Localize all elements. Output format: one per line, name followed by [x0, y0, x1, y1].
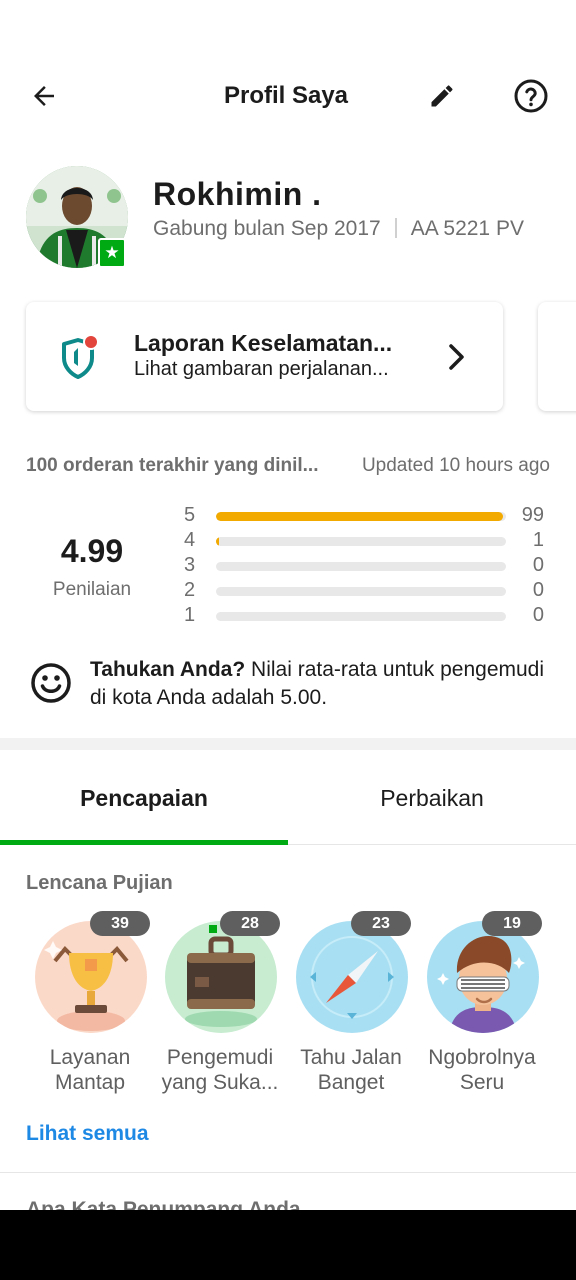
tab-perbaikan[interactable]: Perbaikan [288, 752, 576, 844]
section-divider [0, 1172, 576, 1173]
star-level: 4 [184, 529, 196, 551]
pencil-icon [431, 85, 453, 107]
shield-icon [62, 334, 99, 379]
tab-pencapaian[interactable]: Pencapaian [0, 752, 288, 844]
orders-label: 100 orderan terakhir yang dinil... [26, 455, 319, 476]
star-level: 1 [184, 604, 196, 626]
rating-count: 1 [532, 529, 544, 551]
badge-ngobrol[interactable]: 19 Ngobrolnya Seru [420, 910, 544, 1100]
join-date: Gabung bulan Sep 2017 [153, 217, 381, 240]
profile-screen: Profil Saya ★ Rokhimin . Gabung bulan Se… [0, 0, 576, 1210]
badge-tahu-jalan[interactable]: 23 Tahu Jalan Banget [289, 910, 413, 1100]
star-level: 2 [184, 579, 196, 601]
badge-count: 23 [351, 911, 411, 936]
rating-bar-track [216, 512, 506, 521]
rating-bar-fill [216, 512, 504, 521]
app-header: Profil Saya [0, 60, 576, 132]
star-icon: ★ [104, 243, 120, 262]
rating-caption: Penilaian [52, 579, 132, 600]
suitcase-icon [165, 921, 277, 1033]
rating-row-1: 1 0 [184, 604, 544, 628]
vehicle-plate: AA 5221 PV [410, 217, 524, 240]
tip-bold: Tahukan Anda? [90, 658, 246, 681]
badge-count: 19 [482, 911, 542, 936]
badge-label: Pengemudi yang Suka... [161, 1046, 279, 1094]
next-card-peek[interactable] [538, 302, 576, 411]
badges-section-label: Lencana Pujian [26, 872, 173, 894]
cool-guy-icon [427, 921, 539, 1033]
section-divider [0, 738, 576, 750]
safety-card-title: Laporan Keselamatan... [134, 330, 393, 356]
star-level: 5 [184, 504, 196, 526]
badge-label: Tahu Jalan Banget [300, 1046, 402, 1094]
rating-count: 99 [521, 504, 544, 526]
trophy-icon [35, 921, 147, 1033]
question-circle-icon [514, 79, 548, 113]
badge-label: Ngobrolnya Seru [428, 1046, 536, 1094]
profile-meta: Gabung bulan Sep 2017 AA 5221 PV [153, 217, 524, 241]
badge-pengemudi[interactable]: 28 Pengemudi yang Suka... [158, 910, 282, 1100]
see-all-link[interactable]: Lihat semua [26, 1122, 149, 1146]
next-section-heading: Apa Kata Penumpang Anda [26, 1198, 301, 1210]
rating-row-5: 5 99 [184, 504, 544, 528]
badge-count: 28 [220, 911, 280, 936]
compass-icon [296, 921, 408, 1033]
system-navigation-bar [0, 1210, 576, 1280]
active-tab-indicator [0, 840, 288, 845]
edit-profile-button[interactable] [420, 76, 464, 116]
rating-count: 0 [532, 604, 544, 626]
rating-row-4: 4 1 [184, 529, 544, 553]
smiley-icon [31, 663, 71, 703]
rating-value: 4.99 [60, 533, 124, 569]
rating-row-3: 3 0 [184, 554, 544, 578]
help-button[interactable] [509, 76, 553, 116]
rating-row-2: 2 0 [184, 579, 544, 603]
safety-report-card[interactable]: Laporan Keselamatan... Lihat gambaran pe… [26, 302, 503, 411]
badge-layanan-mantap[interactable]: 39 Layanan Mantap [28, 910, 152, 1100]
rating-count: 0 [532, 579, 544, 601]
rating-count: 0 [532, 554, 544, 576]
tip-text: Tahukan Anda? Nilai rata-rata untuk peng… [90, 656, 560, 712]
page-title: Profil Saya [223, 82, 349, 109]
chevron-right-icon [442, 340, 472, 374]
driver-name: Rokhimin . [153, 176, 322, 212]
rating-bar-track [216, 612, 506, 621]
verified-badge: ★ [98, 238, 126, 268]
rating-bar-track [216, 537, 506, 546]
rating-bar-fill [216, 537, 220, 546]
rating-bar-track [216, 587, 506, 596]
badge-count: 39 [90, 911, 150, 936]
updated-label: Updated 10 hours ago [361, 455, 550, 476]
safety-card-subtitle: Lihat gambaran perjalanan... [134, 358, 389, 380]
star-level: 3 [184, 554, 196, 576]
meta-divider [394, 218, 397, 238]
rating-bar-track [216, 562, 506, 571]
